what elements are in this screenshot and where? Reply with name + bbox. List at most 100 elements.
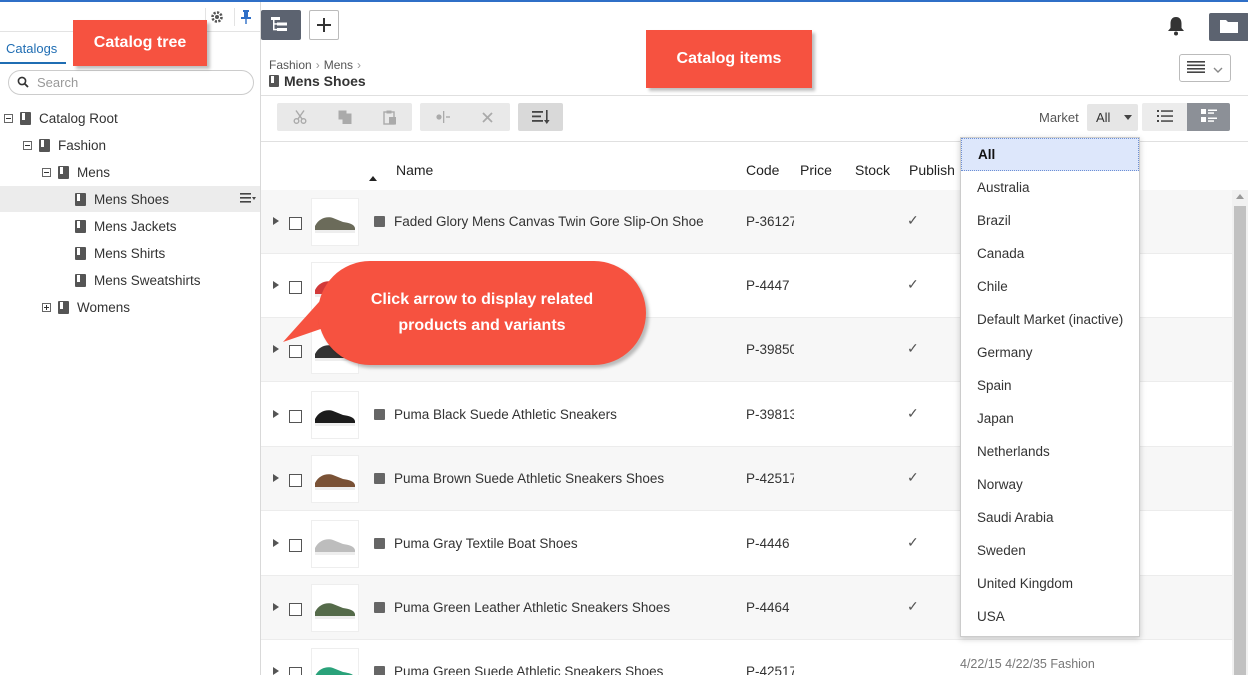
row-checkbox[interactable] bbox=[289, 217, 302, 230]
tree-item-fashion[interactable]: Fashion bbox=[0, 132, 260, 158]
column-header-stock[interactable]: Stock bbox=[855, 162, 890, 178]
sort-ascending-icon[interactable] bbox=[369, 176, 377, 181]
column-header-price[interactable]: Price bbox=[800, 162, 832, 178]
delete-icon[interactable] bbox=[465, 103, 510, 131]
product-name[interactable]: Puma Green Leather Athletic Sneakers Sho… bbox=[394, 600, 670, 615]
market-option[interactable]: Japan bbox=[961, 402, 1139, 435]
expand-arrow-icon[interactable] bbox=[273, 603, 279, 611]
market-select[interactable]: All bbox=[1087, 104, 1138, 131]
row-checkbox[interactable] bbox=[289, 410, 302, 423]
breadcrumb-item[interactable]: Mens bbox=[324, 58, 353, 72]
tree-item-mens[interactable]: Mens bbox=[0, 159, 260, 185]
market-option[interactable]: USA bbox=[961, 600, 1139, 633]
market-option[interactable]: Australia bbox=[961, 171, 1139, 204]
tree-item-womens[interactable]: Womens bbox=[0, 294, 260, 320]
column-header-name[interactable]: Name bbox=[396, 162, 433, 178]
product-name[interactable]: Puma Gray Textile Boat Shoes bbox=[394, 536, 578, 551]
row-checkbox[interactable] bbox=[289, 603, 302, 616]
paste-icon[interactable] bbox=[367, 103, 412, 131]
context-menu-icon[interactable] bbox=[240, 192, 256, 207]
category-icon bbox=[75, 219, 86, 233]
market-option[interactable]: Chile bbox=[961, 270, 1139, 303]
product-icon bbox=[374, 409, 385, 420]
expand-arrow-icon[interactable] bbox=[273, 281, 279, 289]
tree-item-label: Mens Shirts bbox=[94, 245, 166, 261]
breadcrumb-separator-icon: › bbox=[357, 58, 362, 72]
column-header-code[interactable]: Code bbox=[746, 162, 779, 178]
divider bbox=[261, 95, 1248, 96]
clipboard-group bbox=[277, 103, 412, 131]
expand-arrow-icon[interactable] bbox=[273, 539, 279, 547]
market-option[interactable]: Sweden bbox=[961, 534, 1139, 567]
tree-item-mens-jackets[interactable]: Mens Jackets bbox=[0, 213, 260, 239]
product-code: P-36127 bbox=[746, 214, 794, 229]
tree-item-mens-sweatshirts[interactable]: Mens Sweatshirts bbox=[0, 267, 260, 293]
split-icon[interactable] bbox=[420, 103, 465, 131]
pin-icon[interactable] bbox=[234, 8, 256, 26]
folder-icon bbox=[1220, 19, 1238, 36]
published-check-icon: ✓ bbox=[907, 276, 919, 292]
toggle-tree-button[interactable] bbox=[261, 10, 301, 40]
product-name[interactable]: Faded Glory Mens Canvas Twin Gore Slip-O… bbox=[394, 214, 704, 229]
view-options-dropdown[interactable] bbox=[1179, 54, 1231, 82]
copy-icon[interactable] bbox=[322, 103, 367, 131]
collapse-toggle-icon[interactable] bbox=[42, 167, 51, 177]
search-icon bbox=[17, 75, 29, 91]
product-name[interactable]: Puma Green Suede Athletic Sneakers Shoes bbox=[394, 664, 663, 675]
expand-arrow-icon[interactable] bbox=[273, 667, 279, 675]
tree-item-label: Mens Sweatshirts bbox=[94, 272, 201, 288]
tab-catalogs[interactable]: Catalogs bbox=[0, 34, 66, 64]
vertical-scrollbar[interactable] bbox=[1232, 190, 1248, 675]
list-view-button[interactable] bbox=[1142, 103, 1187, 131]
column-header-publish[interactable]: Publish bbox=[909, 162, 960, 178]
product-thumbnail bbox=[311, 455, 359, 503]
expand-toggle-icon[interactable] bbox=[42, 302, 51, 312]
row-checkbox[interactable] bbox=[289, 539, 302, 552]
expand-arrow-icon[interactable] bbox=[273, 474, 279, 482]
market-option[interactable]: Canada bbox=[961, 237, 1139, 270]
search-input[interactable] bbox=[37, 75, 237, 90]
cut-icon[interactable] bbox=[277, 103, 322, 131]
expand-arrow-icon[interactable] bbox=[273, 410, 279, 418]
market-option[interactable]: Spain bbox=[961, 369, 1139, 402]
expand-arrow-icon[interactable] bbox=[273, 345, 279, 353]
tree-item-mens-shirts[interactable]: Mens Shirts bbox=[0, 240, 260, 266]
market-option[interactable]: United Kingdom bbox=[961, 567, 1139, 600]
sort-icon[interactable] bbox=[518, 103, 563, 131]
bell-icon[interactable] bbox=[1167, 16, 1185, 39]
tree-search-box[interactable] bbox=[8, 70, 254, 95]
collapse-toggle-icon[interactable] bbox=[4, 113, 13, 123]
row-checkbox[interactable] bbox=[289, 667, 302, 675]
row-checkbox[interactable] bbox=[289, 474, 302, 487]
edit-group bbox=[420, 103, 510, 131]
folder-button[interactable] bbox=[1209, 13, 1248, 41]
market-option[interactable]: Brazil bbox=[961, 204, 1139, 237]
tree-item-label: Fashion bbox=[58, 137, 107, 153]
market-option[interactable]: Netherlands bbox=[961, 435, 1139, 468]
product-code: P-4447 bbox=[746, 278, 790, 293]
market-option[interactable]: Saudi Arabia bbox=[961, 501, 1139, 534]
product-name[interactable]: Puma Black Suede Athletic Sneakers bbox=[394, 407, 617, 422]
market-option[interactable]: Norway bbox=[961, 468, 1139, 501]
breadcrumb-separator-icon: › bbox=[315, 58, 320, 72]
gear-icon[interactable] bbox=[205, 8, 227, 26]
scroll-up-arrow-icon[interactable] bbox=[1236, 194, 1244, 199]
row-dates-text: 4/22/15 4/22/35 Fashion bbox=[960, 657, 1095, 671]
add-button[interactable] bbox=[309, 10, 339, 40]
market-option[interactable]: All bbox=[961, 138, 1139, 171]
market-option[interactable]: Germany bbox=[961, 336, 1139, 369]
market-option[interactable]: Default Market (inactive) bbox=[961, 303, 1139, 336]
expand-arrow-icon[interactable] bbox=[273, 217, 279, 225]
chevron-down-icon bbox=[1213, 60, 1223, 76]
product-code: P-4464 bbox=[746, 600, 790, 615]
category-icon bbox=[75, 246, 86, 260]
market-label: Market bbox=[1039, 110, 1079, 125]
category-icon bbox=[39, 138, 50, 152]
tree-item-mens-shoes[interactable]: Mens Shoes bbox=[0, 186, 260, 212]
tree-item-catalog-root[interactable]: Catalog Root bbox=[0, 105, 260, 131]
thumbnail-view-button[interactable] bbox=[1187, 103, 1230, 131]
product-name[interactable]: Puma Brown Suede Athletic Sneakers Shoes bbox=[394, 471, 664, 486]
scrollbar-thumb[interactable] bbox=[1234, 206, 1246, 675]
breadcrumb-item[interactable]: Fashion bbox=[269, 58, 312, 72]
collapse-toggle-icon[interactable] bbox=[23, 140, 32, 150]
